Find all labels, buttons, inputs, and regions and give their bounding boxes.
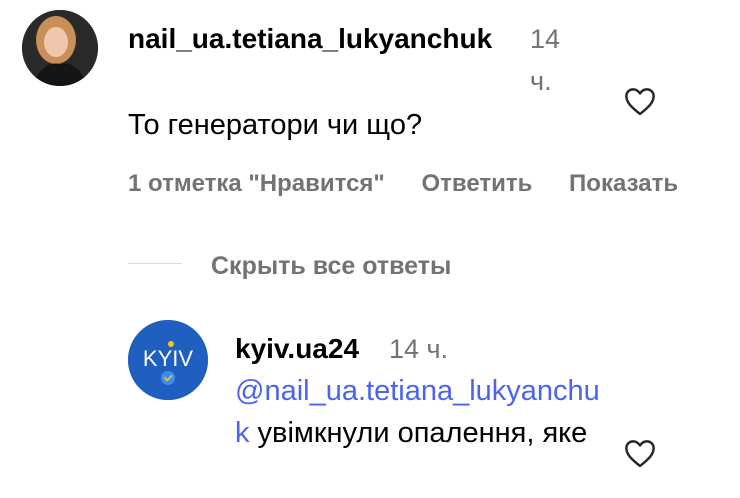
hide-replies-button[interactable]: Скрыть все ответы <box>211 250 451 282</box>
reply-time: 14 ч. <box>389 334 449 364</box>
show-translation-button[interactable]: Показать <box>569 170 678 197</box>
reply-button[interactable]: Ответить <box>421 170 532 197</box>
replies-divider <box>128 263 182 264</box>
heart-outline-icon[interactable] <box>623 86 657 116</box>
comment-actions: 1 отметка "Нравится" Ответить Показать <box>128 168 678 200</box>
comment-text: То генератори чи що? <box>128 109 423 141</box>
avatar-nail-ua[interactable] <box>22 10 98 86</box>
avatar-logo-text: KYIV <box>143 346 193 371</box>
reply-body: увімкнули опалення, яке <box>249 417 588 449</box>
avatar-kyiv-ua24[interactable]: KYIV <box>128 320 208 400</box>
comment-username[interactable]: nail_ua.tetiana_lukyanchuk <box>128 18 523 60</box>
reply-text: @nail_ua.tetiana_lukyanchuk увімкнули оп… <box>235 370 605 454</box>
heart-outline-icon[interactable] <box>623 438 657 468</box>
comment-time: 14 ч. <box>530 24 561 96</box>
avatar-photo <box>22 10 98 86</box>
reply-username[interactable]: kyiv.ua24 <box>235 328 359 370</box>
likes-count-link[interactable]: 1 отметка "Нравится" <box>128 170 385 197</box>
verified-badge-icon <box>161 371 175 385</box>
